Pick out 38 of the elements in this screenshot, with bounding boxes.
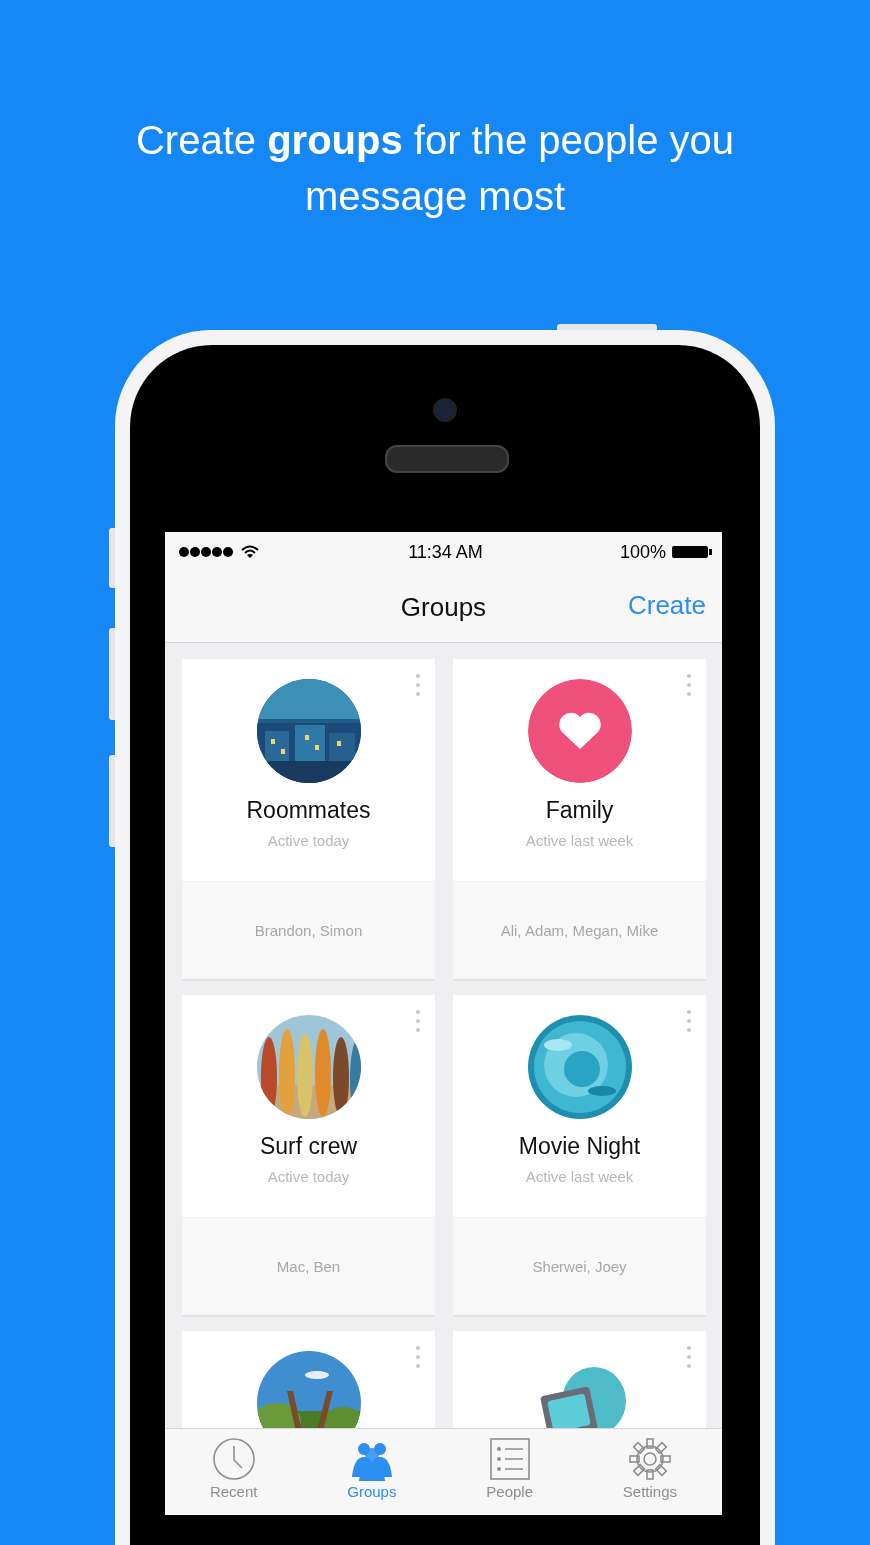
group-activity: Active last week — [525, 1168, 634, 1185]
tab[interactable]: Groups — [341, 1429, 403, 1515]
group-name: Surf crew — [259, 1133, 358, 1160]
signal-icon — [179, 546, 235, 558]
settings-icon — [627, 1437, 672, 1481]
more-icon — [686, 1345, 692, 1369]
tab[interactable]: Settings — [616, 1429, 684, 1515]
screen-title: Groups — [400, 591, 487, 623]
more-icon — [686, 1009, 692, 1033]
group-activity: Active today — [267, 1168, 350, 1185]
group-card[interactable]: Family Active last week Ali, Adam, Megan, Mike — [453, 659, 706, 981]
status-time: 11:34 AM — [408, 541, 483, 563]
create-link[interactable]: Create — [627, 590, 706, 621]
battery-percent: 100% — [619, 541, 666, 563]
more-icon — [415, 1009, 421, 1033]
group-name: Family — [545, 797, 614, 824]
group-card[interactable]: Movie Night Active last week Sherwei, Joey — [453, 995, 706, 1317]
group-name: Roommates — [246, 797, 371, 824]
more-icon — [415, 673, 421, 697]
group-card[interactable]: Surf crew Active today Mac, Ben — [182, 995, 435, 1317]
list-icon — [487, 1437, 532, 1481]
group-members: Brandon, Simon — [254, 922, 363, 939]
tab[interactable]: People — [480, 1429, 539, 1515]
group-members: Mac, Ben — [276, 1258, 341, 1275]
group-members: Ali, Adam, Megan, Mike — [500, 922, 659, 939]
group-name: Movie Night — [518, 1133, 641, 1160]
camera — [433, 398, 457, 422]
group-activity: Active today — [267, 832, 350, 849]
group-activity: Active last week — [525, 832, 634, 849]
more-icon — [415, 1345, 421, 1369]
group-members: Sherwei, Joey — [532, 1258, 627, 1275]
headline: Create groups for the people you message most — [135, 117, 735, 220]
group-card[interactable]: Roommates Active today Brandon, Simon — [182, 659, 435, 981]
clock-icon — [211, 1437, 256, 1481]
more-icon — [686, 673, 692, 697]
tab[interactable]: Recent — [203, 1429, 264, 1515]
wifi-icon — [241, 545, 259, 559]
battery-icon — [672, 545, 712, 559]
